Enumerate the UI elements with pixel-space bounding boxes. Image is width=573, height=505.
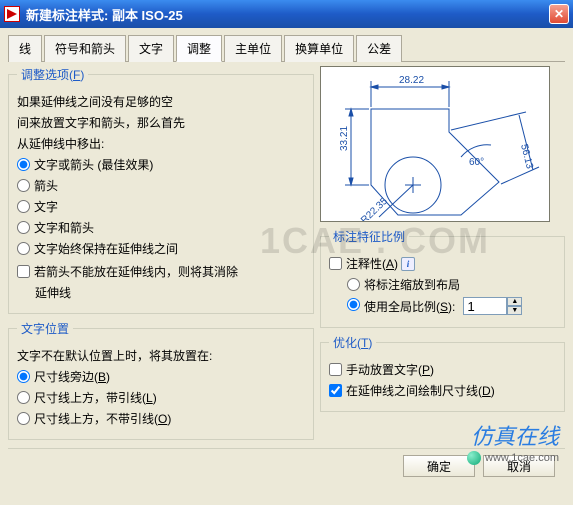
ok-button[interactable]: 确定 bbox=[403, 455, 475, 477]
fit-intro-2: 间来放置文字和箭头，那么首先 bbox=[17, 114, 305, 131]
tab-primary-units[interactable]: 主单位 bbox=[224, 35, 282, 62]
logo-box: 仿真在线 www.1cae.com bbox=[467, 419, 559, 465]
tab-strip: 线 符号和箭头 文字 调整 主单位 换算单位 公差 bbox=[8, 34, 565, 62]
dimension-preview: 28.22 33.21 60° 56.13 R22.35 bbox=[320, 66, 550, 222]
draw-dimline-checkbox[interactable]: 在延伸线之间绘制尺寸线(D) bbox=[329, 382, 556, 399]
logo-text: 仿真在线 bbox=[467, 419, 559, 451]
scale-down-icon[interactable]: ▼ bbox=[507, 306, 522, 315]
fit-radio-both[interactable]: 文字和箭头 bbox=[17, 219, 305, 236]
text-placement-intro: 文字不在默认位置上时，将其放置在: bbox=[17, 347, 305, 364]
scale-to-layout-radio[interactable]: 将标注缩放到布局 bbox=[347, 276, 556, 293]
fit-radio-text[interactable]: 文字 bbox=[17, 198, 305, 215]
preview-dim-radius: R22.35 bbox=[359, 196, 390, 221]
preview-dim-diag: 56.13 bbox=[518, 143, 535, 170]
fit-radio-either[interactable]: 文字或箭头 (最佳效果) bbox=[17, 156, 305, 173]
tab-tolerances[interactable]: 公差 bbox=[356, 35, 402, 62]
fit-suppress-arrows-checkbox[interactable]: 若箭头不能放在延伸线内，则将其消除 bbox=[17, 263, 305, 280]
text-placement-group: 文字位置 文字不在默认位置上时，将其放置在: 尺寸线旁边(B) 尺寸线上方，带引… bbox=[8, 320, 314, 440]
fine-tuning-legend: 优化(T) bbox=[329, 334, 376, 351]
scale-features-legend: 标注特征比例 bbox=[329, 228, 409, 245]
info-icon[interactable]: i bbox=[401, 257, 415, 271]
tab-alt-units[interactable]: 换算单位 bbox=[284, 35, 354, 62]
close-icon[interactable]: ✕ bbox=[549, 4, 569, 24]
preview-dim-angle: 60° bbox=[469, 157, 484, 168]
fit-radio-arrows[interactable]: 箭头 bbox=[17, 177, 305, 194]
globe-icon bbox=[467, 451, 481, 465]
fit-suppress-arrows-line2: 延伸线 bbox=[35, 284, 305, 301]
text-over-noleader-radio[interactable]: 尺寸线上方，不带引线(O) bbox=[17, 410, 305, 427]
window-title: 新建标注样式: 副本 ISO-25 bbox=[26, 5, 549, 24]
manual-text-checkbox[interactable]: 手动放置文字(P) bbox=[329, 361, 556, 378]
app-icon bbox=[4, 6, 20, 22]
fit-intro-1: 如果延伸线之间没有足够的空 bbox=[17, 93, 305, 110]
logo-url: www.1cae.com bbox=[467, 451, 559, 465]
text-placement-legend: 文字位置 bbox=[17, 320, 73, 337]
use-overall-scale-radio[interactable]: 使用全局比例(S): bbox=[347, 298, 455, 315]
tab-fit[interactable]: 调整 bbox=[176, 35, 222, 62]
text-over-leader-radio[interactable]: 尺寸线上方，带引线(L) bbox=[17, 389, 305, 406]
fit-options-group: 调整选项(F) 如果延伸线之间没有足够的空 间来放置文字和箭头，那么首先 从延伸… bbox=[8, 66, 314, 314]
preview-dim-left: 33.21 bbox=[339, 126, 350, 151]
tab-lines[interactable]: 线 bbox=[8, 35, 42, 62]
tab-symbols-arrows[interactable]: 符号和箭头 bbox=[44, 35, 126, 62]
fine-tuning-group: 优化(T) 手动放置文字(P) 在延伸线之间绘制尺寸线(D) bbox=[320, 334, 565, 412]
scale-up-icon[interactable]: ▲ bbox=[507, 297, 522, 306]
overall-scale-input[interactable] bbox=[463, 297, 507, 315]
preview-dim-top: 28.22 bbox=[399, 75, 424, 86]
annotative-checkbox[interactable]: 注释性(A)i bbox=[329, 255, 556, 272]
fit-options-legend: 调整选项(F) bbox=[17, 66, 88, 83]
tab-text[interactable]: 文字 bbox=[128, 35, 174, 62]
fit-radio-always-inside[interactable]: 文字始终保持在延伸线之间 bbox=[17, 240, 305, 257]
fit-intro-3: 从延伸线中移出: bbox=[17, 135, 305, 152]
title-bar: 新建标注样式: 副本 ISO-25 ✕ bbox=[0, 0, 573, 28]
text-beside-radio[interactable]: 尺寸线旁边(B) bbox=[17, 368, 305, 385]
scale-features-group: 标注特征比例 注释性(A)i 将标注缩放到布局 使用全局比例(S): ▲▼ bbox=[320, 228, 565, 328]
